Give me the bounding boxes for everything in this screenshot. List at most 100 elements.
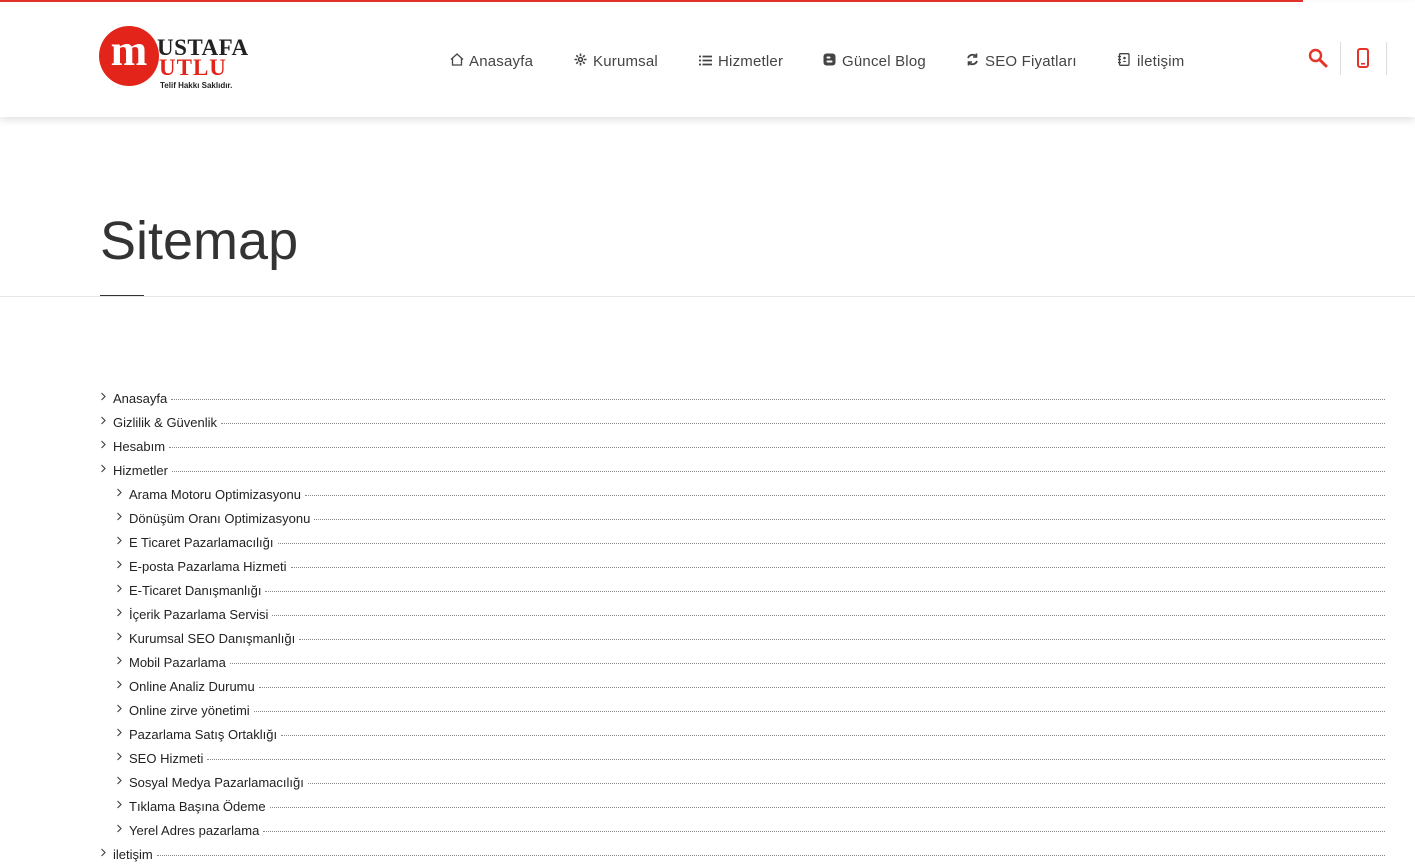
- sitemap-item[interactable]: Yerel Adres pazarlama: [100, 818, 1385, 842]
- sitemap-item[interactable]: Arama Motoru Optimizasyonu: [100, 482, 1385, 506]
- dotted-leader: [171, 399, 1385, 400]
- sitemap-item[interactable]: Kurumsal SEO Danışmanlığı: [100, 626, 1385, 650]
- dotted-leader: [258, 687, 1385, 688]
- dotted-leader: [304, 495, 1385, 496]
- sitemap-link[interactable]: SEO Hizmeti: [129, 751, 207, 766]
- blogger-icon: [823, 50, 837, 74]
- nav-item-guncel-blog[interactable]: Güncel Blog: [823, 50, 926, 74]
- dotted-leader: [299, 639, 1385, 640]
- sitemap-link[interactable]: Arama Motoru Optimizasyonu: [129, 487, 305, 502]
- nav-item-anasayfa[interactable]: Anasayfa: [450, 50, 533, 74]
- dotted-leader: [265, 591, 1385, 592]
- sitemap-item[interactable]: Online zirve yönetimi: [100, 698, 1385, 722]
- sitemap-link[interactable]: Gizlilik & Güvenlik: [113, 415, 221, 430]
- nav-item-kurumsal[interactable]: Kurumsal: [574, 50, 658, 74]
- chevron-right-icon: [116, 656, 129, 668]
- sitemap-link[interactable]: İçerik Pazarlama Servisi: [129, 607, 272, 622]
- chevron-right-icon: [116, 800, 129, 812]
- sitemap-link[interactable]: E Ticaret Pazarlamacılığı: [129, 535, 278, 550]
- sitemap-item[interactable]: iletişim: [100, 842, 1385, 866]
- chevron-right-icon: [116, 512, 129, 524]
- chevron-right-icon: [116, 632, 129, 644]
- sitemap-item[interactable]: Gizlilik & Güvenlik: [100, 410, 1385, 434]
- chevron-right-icon: [116, 536, 129, 548]
- sitemap-link[interactable]: Online Analiz Durumu: [129, 679, 259, 694]
- sitemap-link[interactable]: Dönüşüm Oranı Optimizasyonu: [129, 511, 314, 526]
- dotted-leader: [263, 831, 1385, 832]
- dotted-leader: [314, 519, 1385, 520]
- sitemap-item[interactable]: Pazarlama Satış Ortaklığı: [100, 722, 1385, 746]
- chevron-right-icon: [116, 584, 129, 596]
- sitemap-item[interactable]: Tıklama Başına Ödeme: [100, 794, 1385, 818]
- dotted-leader: [253, 711, 1385, 712]
- sitemap-item[interactable]: İçerik Pazarlama Servisi: [100, 602, 1385, 626]
- nav-item-iletisim[interactable]: iletişim: [1118, 50, 1184, 74]
- dotted-leader: [272, 615, 1385, 616]
- nav-item-seo-fiyatlari[interactable]: SEO Fiyatları: [966, 50, 1077, 74]
- site-header: m USTAFA UTLU Telif Hakkı Saklıdır. Anas…: [0, 2, 1415, 117]
- gear-icon: [574, 50, 588, 74]
- nav-label: Kurumsal: [593, 53, 658, 70]
- sitemap-item[interactable]: E Ticaret Pazarlamacılığı: [100, 530, 1385, 554]
- refresh-icon: [966, 50, 980, 74]
- sitemap-item[interactable]: Dönüşüm Oranı Optimizasyonu: [100, 506, 1385, 530]
- sitemap-link[interactable]: Tıklama Başına Ödeme: [129, 799, 270, 814]
- sitemap-item[interactable]: E-Ticaret Danışmanlığı: [100, 578, 1385, 602]
- sitemap-link[interactable]: Kurumsal SEO Danışmanlığı: [129, 631, 299, 646]
- chevron-right-icon: [116, 560, 129, 572]
- sitemap-item[interactable]: Anasayfa: [100, 386, 1385, 410]
- chevron-right-icon: [100, 848, 113, 860]
- nav-label: SEO Fiyatları: [985, 53, 1077, 70]
- sitemap-link[interactable]: Mobil Pazarlama: [129, 655, 230, 670]
- dotted-leader: [207, 759, 1385, 760]
- chevron-right-icon: [116, 752, 129, 764]
- sitemap-item[interactable]: Hesabım: [100, 434, 1385, 458]
- list-icon: [699, 50, 713, 74]
- sitemap-link[interactable]: Sosyal Medya Pazarlamacılığı: [129, 775, 308, 790]
- chevron-right-icon: [116, 488, 129, 500]
- chevron-right-icon: [116, 680, 129, 692]
- dotted-leader: [307, 783, 1385, 784]
- nav-label: Anasayfa: [469, 53, 534, 70]
- dotted-leader: [269, 807, 1385, 808]
- sitemap-item[interactable]: Mobil Pazarlama: [100, 650, 1385, 674]
- sitemap-item[interactable]: SEO Hizmeti: [100, 746, 1385, 770]
- sitemap-link[interactable]: Online zirve yönetimi: [129, 703, 254, 718]
- site-logo[interactable]: m USTAFA UTLU Telif Hakkı Saklıdır.: [99, 26, 274, 94]
- chevron-right-icon: [100, 416, 113, 428]
- chevron-right-icon: [116, 608, 129, 620]
- chevron-right-icon: [100, 440, 113, 452]
- dotted-leader: [171, 471, 1385, 472]
- sitemap-list: Anasayfa Gizlilik & Güvenlik Hesabım Hizmet…: [100, 386, 1385, 866]
- nav-label: iletişim: [1137, 53, 1185, 70]
- chevron-right-icon: [116, 824, 129, 836]
- sitemap-link[interactable]: Anasayfa: [113, 391, 171, 406]
- sitemap-link[interactable]: E-Ticaret Danışmanlığı: [129, 583, 265, 598]
- sitemap-item[interactable]: Online Analiz Durumu: [100, 674, 1385, 698]
- sitemap-link[interactable]: Pazarlama Satış Ortaklığı: [129, 727, 281, 742]
- nav-item-hizmetler[interactable]: Hizmetler: [699, 50, 783, 74]
- dotted-leader: [277, 543, 1385, 544]
- sitemap-link[interactable]: Hesabım: [113, 439, 169, 454]
- logo-mark: m: [99, 26, 159, 86]
- nav-label: Hizmetler: [718, 53, 784, 70]
- sitemap-item[interactable]: Hizmetler: [100, 458, 1385, 482]
- dotted-leader: [290, 567, 1385, 568]
- dotted-leader: [229, 663, 1385, 664]
- phone-icon[interactable]: [1357, 48, 1369, 73]
- logo-tagline: Telif Hakkı Saklıdır.: [160, 81, 233, 90]
- sitemap-link[interactable]: E-posta Pazarlama Hizmeti: [129, 559, 291, 574]
- dotted-leader: [221, 423, 1385, 424]
- header-divider: [1386, 42, 1387, 75]
- chevron-right-icon: [116, 728, 129, 740]
- nav-label: Güncel Blog: [842, 53, 926, 70]
- search-icon[interactable]: [1308, 48, 1328, 73]
- sitemap-item[interactable]: Sosyal Medya Pazarlamacılığı: [100, 770, 1385, 794]
- header-divider: [1340, 42, 1341, 75]
- sitemap-link[interactable]: Yerel Adres pazarlama: [129, 823, 263, 838]
- logo-name-bottom: UTLU: [159, 55, 227, 80]
- sitemap-link[interactable]: Hizmetler: [113, 463, 172, 478]
- section-divider: [0, 296, 1415, 297]
- sitemap-item[interactable]: E-posta Pazarlama Hizmeti: [100, 554, 1385, 578]
- sitemap-link[interactable]: iletişim: [113, 847, 157, 862]
